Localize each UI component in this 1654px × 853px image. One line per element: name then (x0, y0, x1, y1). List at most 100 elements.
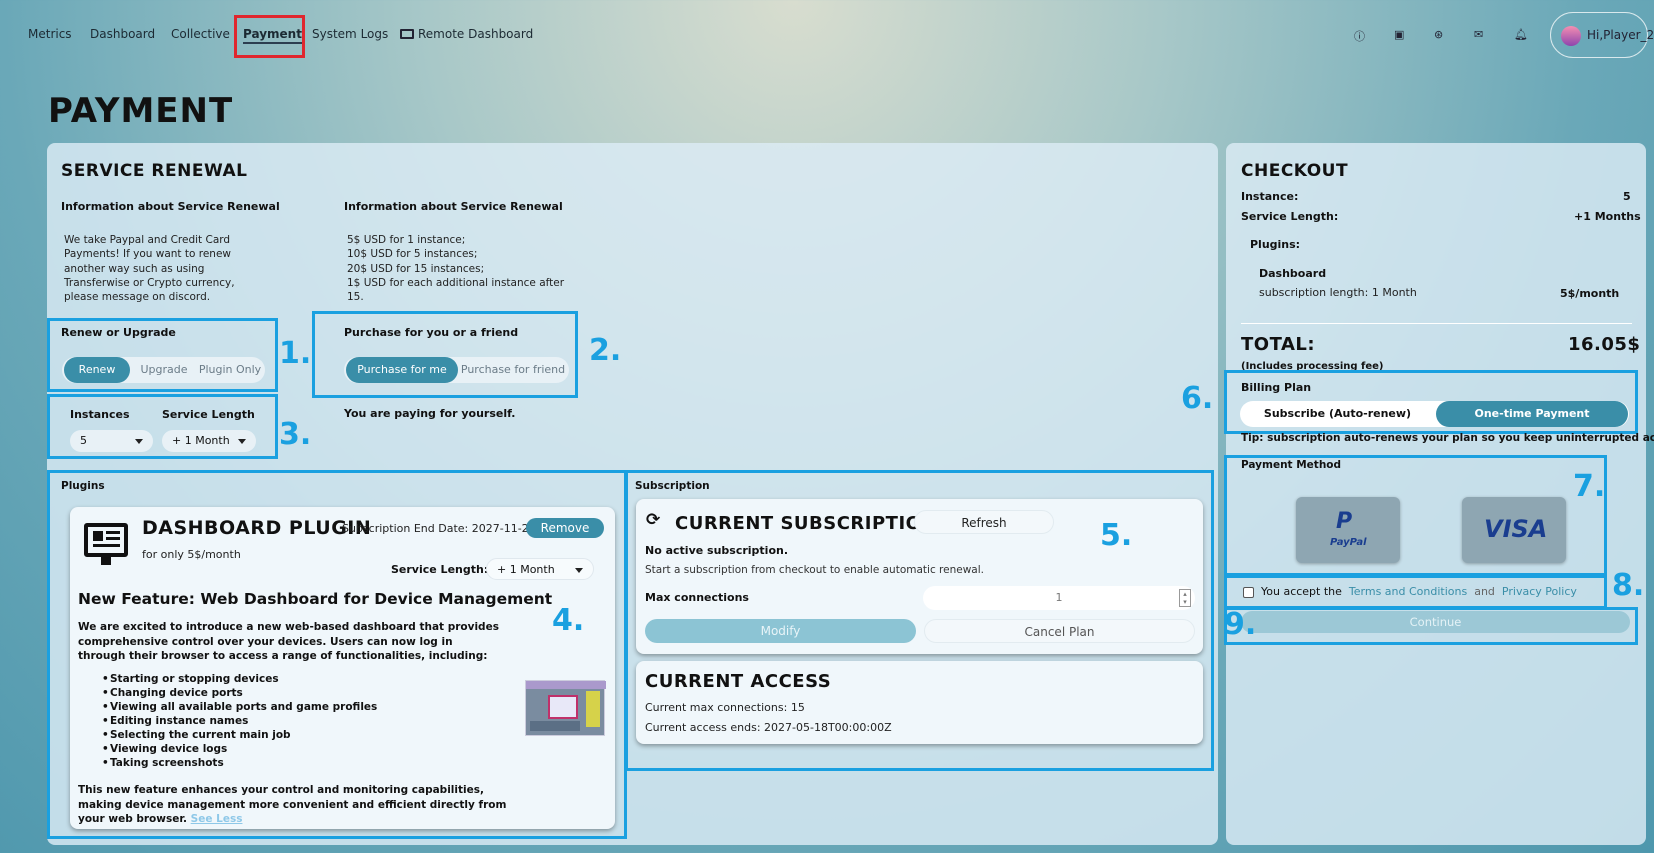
nav-remote-dashboard[interactable]: Remote Dashboard (400, 27, 533, 41)
list-item: Viewing device logs (102, 742, 377, 756)
instances-value: 5 (80, 434, 87, 447)
see-less-link[interactable]: See Less (191, 813, 243, 825)
list-item: Viewing all available ports and game pro… (102, 700, 377, 714)
list-item: Selecting the current main job (102, 728, 377, 742)
current-access-title: CURRENT ACCESS (645, 671, 832, 692)
plugins-summary-label: Plugins: (1250, 238, 1301, 251)
visa-option[interactable]: VISA (1462, 497, 1566, 563)
paying-note: You are paying for yourself. (344, 407, 516, 420)
purchase-for-me-option[interactable]: Purchase for me (346, 357, 458, 383)
nav-payment-highlight (234, 15, 305, 58)
current-subscription-title: CURRENT SUBSCRIPTION (675, 513, 938, 534)
cancel-plan-button[interactable]: Cancel Plan (924, 619, 1195, 643)
annotation-box-2 (312, 311, 578, 398)
accept-terms-checkbox[interactable] (1243, 587, 1254, 598)
purchase-label: Purchase for you or a friend (344, 326, 519, 339)
info-text-2: 5$ USD for 1 instance; 10$ USD for 5 inst… (347, 234, 565, 304)
divider (1241, 323, 1632, 324)
nav-collective[interactable]: Collective (171, 27, 230, 41)
annotation-7: 7. (1573, 469, 1606, 504)
renew-label: Renew or Upgrade (61, 326, 176, 339)
annotation-8: 8. (1612, 568, 1645, 603)
current-max-connections: Current max connections: 15 (645, 701, 805, 714)
plugin-only-option[interactable]: Plugin Only (196, 357, 264, 383)
plugin-end-date: Subscription End Date: 2027-11-25 (342, 522, 536, 535)
plugin-price: for only 5$/month (142, 548, 241, 561)
current-access-ends: Current access ends: 2027-05-18T00:00:00… (645, 721, 892, 734)
subscribe-option[interactable]: Subscribe (Auto-renew) (1240, 401, 1435, 427)
user-greeting: Hi,Player_2 (1587, 28, 1654, 42)
plugin-service-length-label: Service Length: (391, 563, 489, 576)
remove-plugin-button[interactable]: Remove (526, 518, 604, 538)
chevron-down-icon (575, 568, 583, 573)
nav-dashboard[interactable]: Dashboard (90, 27, 155, 41)
service-length-select[interactable]: + 1 Month (162, 430, 256, 452)
feature-intro: We are excited to introduce a new web-ba… (78, 621, 499, 662)
feature-outro: This new feature enhances your control a… (78, 783, 518, 827)
terms-link[interactable]: Terms and Conditions (1349, 585, 1467, 598)
mail-icon[interactable]: ✉ (1474, 28, 1483, 41)
modify-button[interactable]: Modify (645, 619, 916, 643)
max-connections-label: Max connections (645, 591, 749, 604)
feature-outro-text: This new feature enhances your control a… (78, 784, 507, 825)
subscription-hint: Start a subscription from checkout to en… (645, 564, 984, 576)
avatar (1561, 26, 1581, 46)
info-text-1: We take Paypal and Credit Card Payments! … (64, 234, 235, 304)
annotation-9: 9. (1224, 607, 1257, 642)
info-icon[interactable]: ⓘ (1354, 28, 1365, 44)
billing-plan-label: Billing Plan (1241, 381, 1312, 394)
annotation-1: 1. (279, 336, 312, 371)
total-label: TOTAL: (1241, 334, 1316, 355)
quantity-stepper[interactable]: ▴ ▾ (1179, 589, 1191, 607)
monitor-icon (400, 29, 414, 39)
instance-value: 5 (1623, 190, 1631, 203)
nav-system-logs[interactable]: System Logs (312, 27, 388, 41)
user-menu[interactable]: Hi,Player_2 (1550, 12, 1654, 58)
chevron-down-icon (135, 439, 143, 444)
plugin-service-length-select[interactable]: + 1 Month (486, 558, 594, 580)
calendar-icon[interactable]: ▣ (1394, 28, 1404, 41)
paypal-logo-icon: P (1336, 509, 1353, 534)
accept-prefix: You accept the (1261, 585, 1342, 598)
one-time-payment-option[interactable]: One-time Payment (1436, 401, 1628, 427)
plugin-service-length-value: + 1 Month (497, 563, 555, 576)
total-value: 16.05$ (1568, 334, 1641, 355)
paypal-option[interactable]: P PayPal (1296, 497, 1400, 563)
max-connections-input[interactable]: 1 ▴ ▾ (923, 586, 1195, 610)
refresh-button[interactable]: Refresh (914, 510, 1054, 534)
annotation-3: 3. (279, 417, 312, 452)
renew-option[interactable]: Renew (64, 357, 130, 383)
list-item: Taking screenshots (102, 756, 377, 770)
nav-remote-dashboard-label: Remote Dashboard (418, 27, 534, 41)
visa-label: VISA (1484, 515, 1548, 543)
chevron-down-icon (238, 439, 246, 444)
continue-button[interactable]: Continue (1241, 611, 1630, 633)
accept-terms-text: You accept the Terms and Conditions and … (1261, 585, 1577, 598)
list-item: Starting or stopping devices (102, 672, 377, 686)
settings-icon[interactable]: ⊛ (1434, 28, 1443, 41)
instances-label: Instances (70, 408, 130, 421)
info-heading-2: Information about Service Renewal (344, 200, 563, 213)
feature-title: New Feature: Web Dashboard for Device Ma… (78, 590, 553, 608)
dashboard-screenshot-thumbnail[interactable] (525, 680, 606, 736)
annotation-6: 6. (1181, 381, 1214, 416)
plugin-name: DASHBOARD PLUGIN (142, 517, 372, 539)
page-title: PAYMENT (48, 91, 234, 131)
upgrade-option[interactable]: Upgrade (134, 357, 194, 383)
subscription-label: Subscription (635, 480, 710, 492)
plugin-summary-name: Dashboard (1259, 267, 1327, 280)
privacy-link[interactable]: Privacy Policy (1502, 585, 1577, 598)
billing-tip: Tip: subscription auto-renews your plan … (1241, 432, 1654, 444)
billing-plan-segmented: Subscribe (Auto-renew) One-time Payment (1240, 401, 1629, 427)
and-text: and (1474, 585, 1495, 598)
annotation-5: 5. (1100, 518, 1133, 553)
fee-note: (Includes processing fee) (1241, 361, 1384, 370)
bell-icon[interactable]: 🔔︎ (1514, 28, 1528, 41)
service-length-label: Service Length (162, 408, 255, 421)
instances-select[interactable]: 5 (70, 430, 153, 452)
annotation-4: 4. (552, 603, 585, 638)
nav-metrics[interactable]: Metrics (28, 27, 72, 41)
monitor-icon (84, 523, 128, 565)
purchase-for-friend-option[interactable]: Purchase for friend (458, 357, 568, 383)
service-length-summary-value: +1 Months (1574, 210, 1641, 223)
